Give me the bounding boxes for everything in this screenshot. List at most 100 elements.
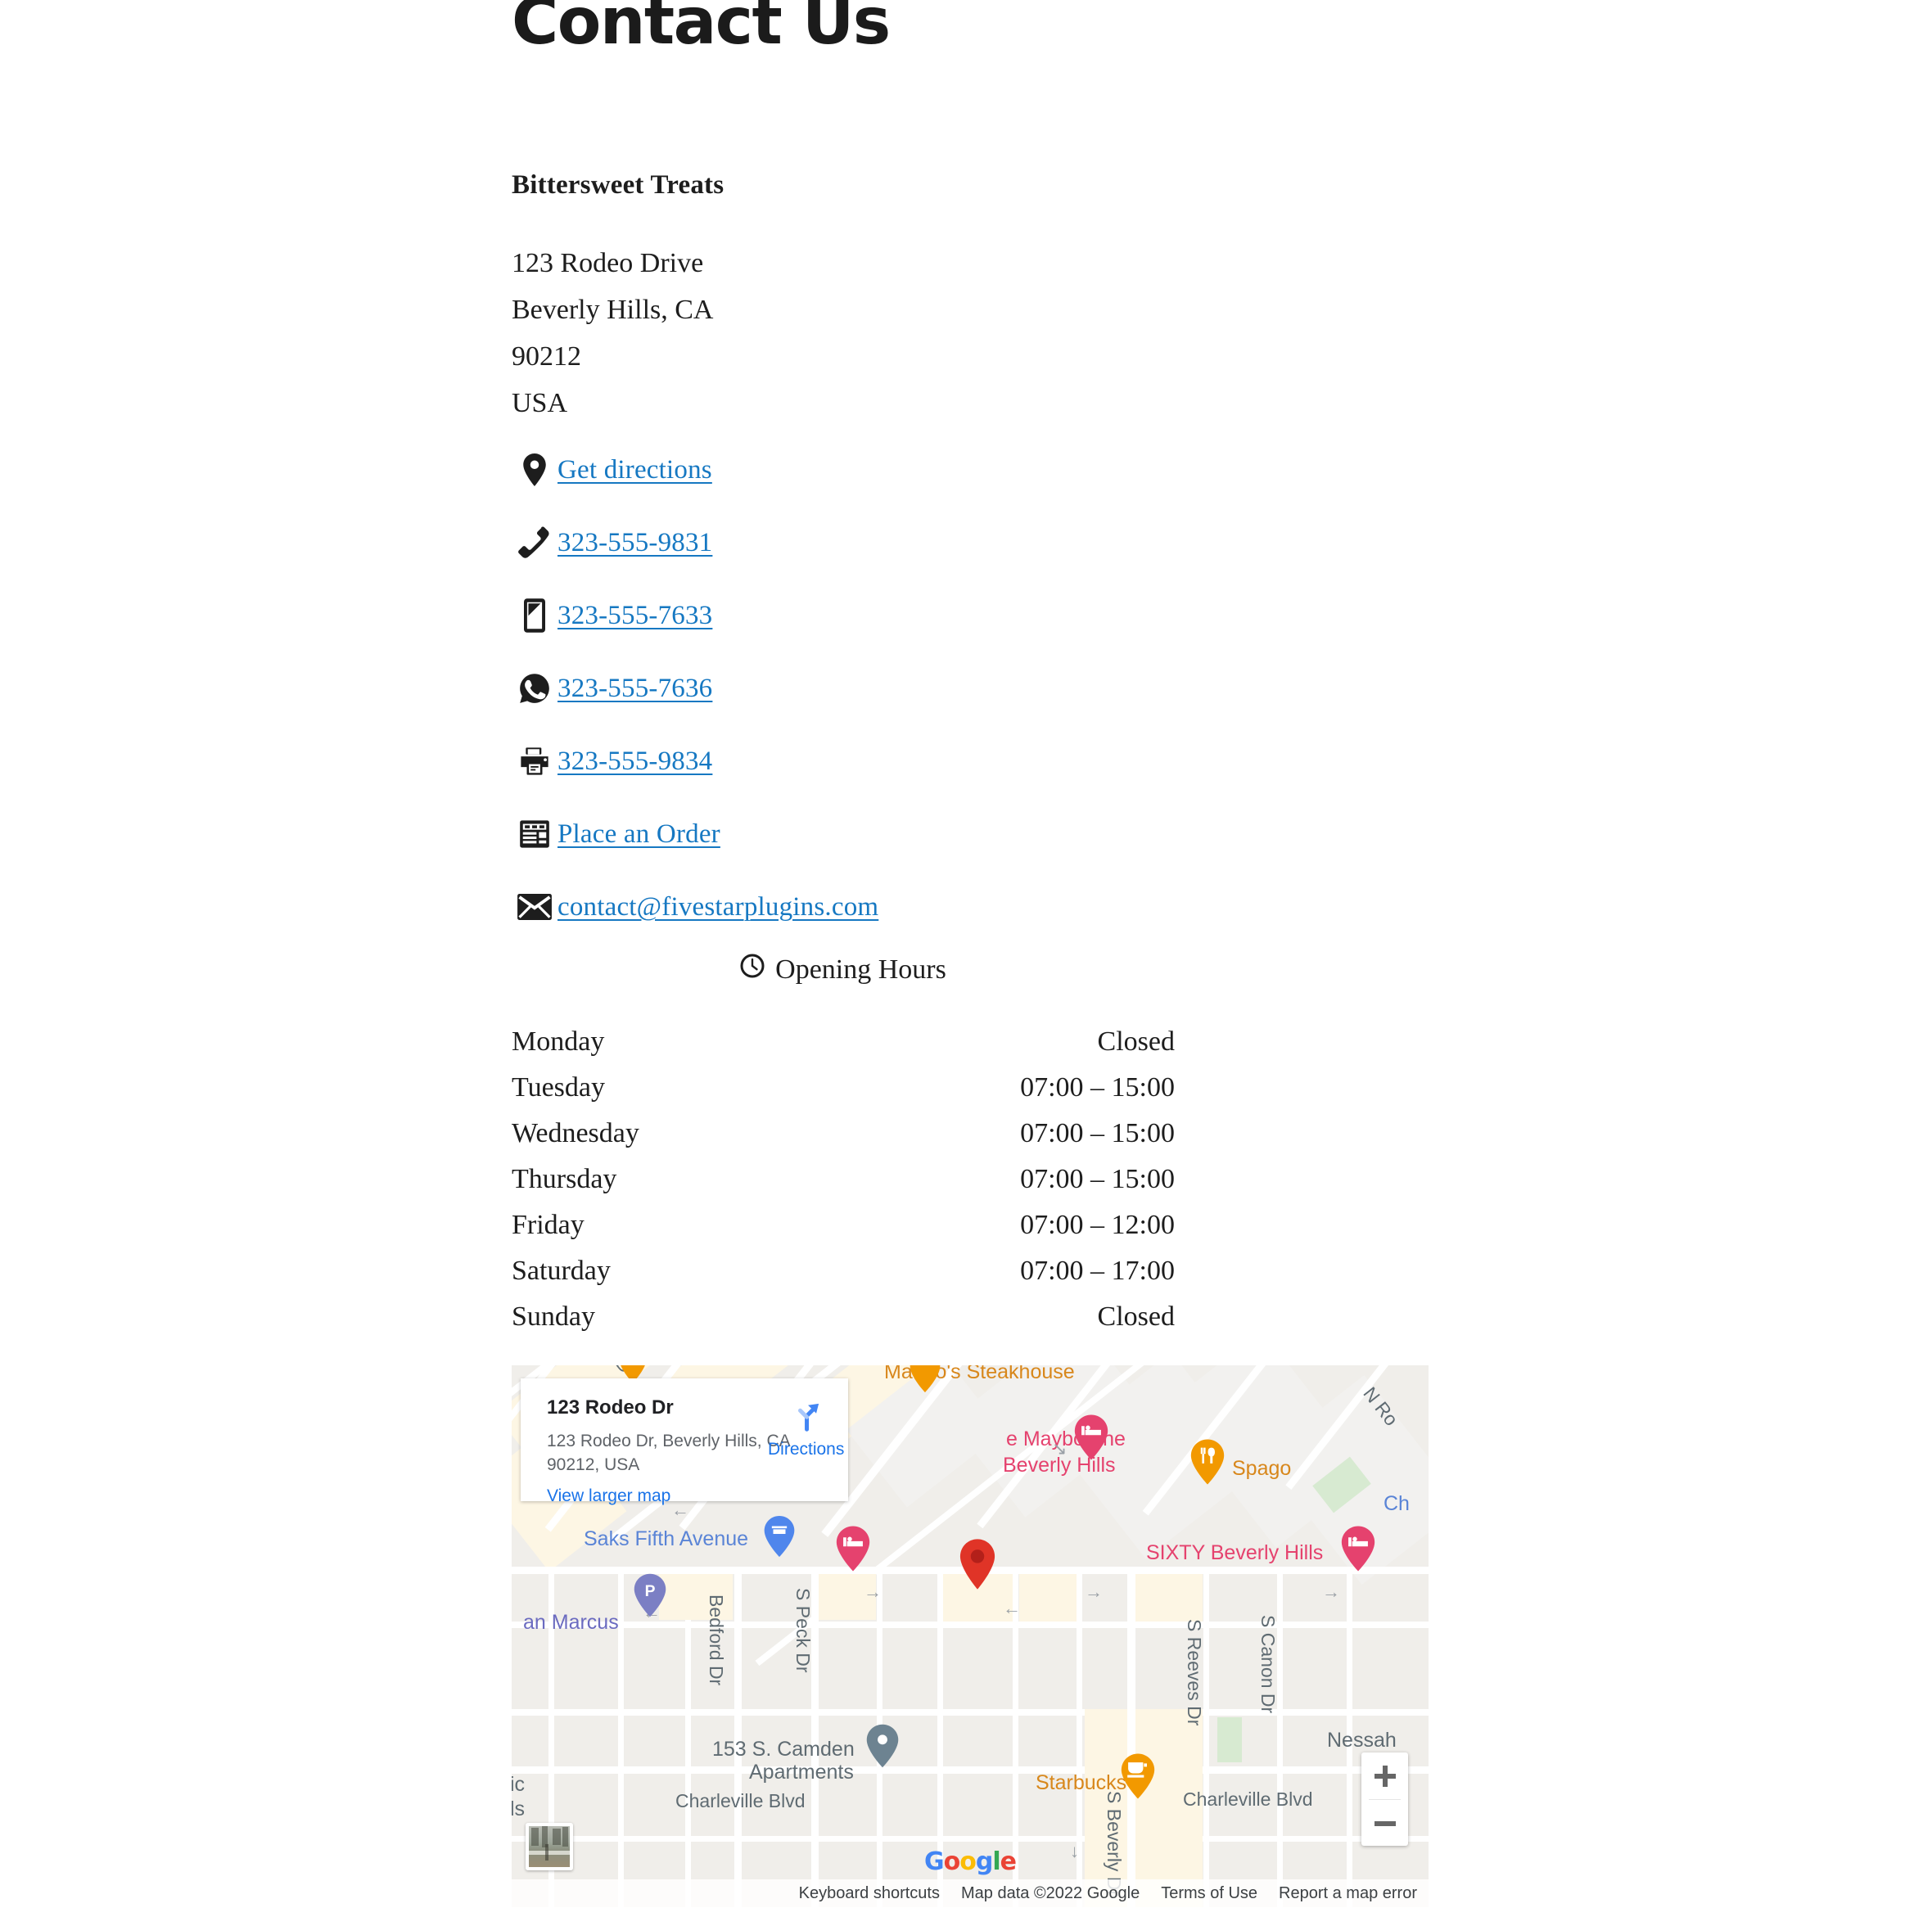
restaurant-marker-icon[interactable]	[909, 1365, 941, 1393]
address-line-2: Beverly Hills, CA	[512, 295, 714, 325]
opening-hours-title: Opening Hours	[775, 954, 946, 985]
minus-icon	[1374, 1813, 1396, 1834]
map-label: Apartments	[749, 1761, 854, 1784]
hours-value: Closed	[1097, 1026, 1175, 1057]
map-street-label: S Peck Dr	[792, 1588, 814, 1673]
google-logo-letter: G	[923, 1847, 945, 1876]
plus-icon	[1374, 1765, 1396, 1787]
table-row: Monday Closed	[512, 1019, 1175, 1065]
map-road	[512, 1709, 1429, 1716]
get-directions-link[interactable]: Get directions	[557, 455, 712, 485]
map-road	[734, 1567, 742, 1907]
google-logo-letter: g	[975, 1847, 994, 1876]
google-logo: Google	[923, 1847, 1017, 1876]
map-attribution-bar: Keyboard shortcuts Map data ©2022 Google…	[512, 1879, 1429, 1907]
map-arrow-icon: →	[864, 1581, 882, 1602]
map-label: SIXTY Beverly Hills	[1146, 1541, 1324, 1564]
map-block	[1135, 1574, 1203, 1622]
info-card-title: 123 Rodeo Dr	[547, 1396, 674, 1419]
hours-day: Thursday	[512, 1164, 617, 1194]
apartment-marker-icon[interactable]	[865, 1724, 900, 1768]
map-road	[512, 1836, 1429, 1842]
map-label: Ch	[1384, 1492, 1410, 1515]
map-label: Nessah	[1327, 1729, 1397, 1752]
map-road	[1127, 1567, 1135, 1907]
hours-day: Monday	[512, 1026, 605, 1057]
map-road	[618, 1567, 624, 1907]
business-name: Bittersweet Treats	[512, 170, 724, 200]
store-marker-icon[interactable]	[763, 1515, 796, 1558]
map-info-card[interactable]: 123 Rodeo Dr 123 Rodeo Dr, Beverly Hills…	[521, 1378, 848, 1505]
report-map-error-link[interactable]: Report a map error	[1279, 1884, 1417, 1903]
contact-row-email[interactable]: contact@fivestarplugins.com	[512, 883, 878, 931]
map-street-label: Charleville Blvd	[1183, 1788, 1313, 1810]
map-street-label: Charleville Blvd	[675, 1790, 806, 1811]
map-label: ic	[512, 1773, 526, 1796]
directions-arrow-icon	[787, 1403, 824, 1437]
map-arrow-icon: ←	[671, 1500, 689, 1520]
info-card-address-line-1: 123 Rodeo Dr, Beverly Hills, CA	[547, 1432, 791, 1450]
whatsapp-link[interactable]: 323-555-7636	[557, 674, 712, 704]
zoom-in-button[interactable]	[1361, 1752, 1408, 1799]
contact-links-list: Get directions 323-555-9831 323-555-7633	[512, 446, 878, 931]
contact-page: Contact Us Bittersweet Treats 123 Rodeo …	[0, 0, 1932, 1926]
email-link[interactable]: contact@fivestarplugins.com	[557, 892, 878, 922]
terms-of-use-link[interactable]: Terms of Use	[1161, 1884, 1257, 1903]
hotel-marker-icon[interactable]	[1073, 1414, 1109, 1460]
table-row: Thursday 07:00 – 15:00	[512, 1157, 1175, 1202]
map-street-label: Bedford Dr	[706, 1594, 727, 1686]
hours-value: 07:00 – 12:00	[1020, 1210, 1175, 1240]
contact-row-directions[interactable]: Get directions	[512, 446, 878, 494]
contact-row-mobile[interactable]: 323-555-7633	[512, 592, 878, 639]
restaurant-marker-icon[interactable]	[1189, 1439, 1226, 1485]
hours-value: Closed	[1097, 1301, 1175, 1332]
map-pin-icon	[512, 451, 557, 489]
directions-button[interactable]: Directions	[768, 1396, 845, 1459]
hotel-marker-icon[interactable]	[835, 1526, 871, 1572]
phone-link[interactable]: 323-555-9831	[557, 528, 712, 558]
cafe-marker-icon[interactable]	[1120, 1753, 1156, 1799]
street-view-thumbnail[interactable]	[526, 1823, 573, 1870]
fax-link[interactable]: 323-555-9834	[557, 746, 712, 777]
hours-day: Tuesday	[512, 1072, 605, 1103]
directions-label: Directions	[768, 1440, 845, 1459]
clock-icon	[740, 954, 765, 986]
whatsapp-icon	[512, 670, 557, 707]
mobile-link[interactable]: 323-555-7633	[557, 601, 712, 631]
table-row: Saturday 07:00 – 17:00	[512, 1248, 1175, 1294]
contact-row-fax[interactable]: 323-555-9834	[512, 737, 878, 785]
map-arrow-icon: ←	[1003, 1598, 1021, 1618]
table-row: Wednesday 07:00 – 15:00	[512, 1111, 1175, 1157]
info-card-address-line-2: 90212, USA	[547, 1455, 640, 1474]
location-pin-icon[interactable]	[959, 1539, 996, 1590]
parking-marker-icon[interactable]: P	[633, 1573, 667, 1617]
contact-row-whatsapp[interactable]: 323-555-7636	[512, 665, 878, 712]
opening-hours-heading: Opening Hours	[512, 954, 1175, 986]
hours-value: 07:00 – 15:00	[1020, 1164, 1175, 1194]
table-row: Friday 07:00 – 12:00	[512, 1202, 1175, 1248]
place-order-link[interactable]: Place an Order	[557, 819, 720, 850]
hours-day: Friday	[512, 1210, 585, 1240]
google-map-embed[interactable]: Mastro's Steakhouse e Maybourne Beverly …	[512, 1365, 1429, 1907]
google-logo-letter: e	[1000, 1847, 1017, 1876]
hours-day: Saturday	[512, 1256, 611, 1286]
page-title: Contact Us	[512, 0, 891, 59]
address-line-1: 123 Rodeo Drive	[512, 248, 704, 278]
mobile-phone-icon	[512, 597, 557, 634]
map-zoom-controls[interactable]	[1361, 1752, 1408, 1846]
contact-row-order[interactable]: Place an Order	[512, 810, 878, 858]
map-road	[512, 1766, 1429, 1774]
map-label: ls	[512, 1797, 526, 1820]
hours-day: Sunday	[512, 1301, 595, 1332]
contact-row-phone[interactable]: 323-555-9831	[512, 519, 878, 566]
map-arrow-icon: ↓	[1070, 1841, 1079, 1861]
view-larger-map-link[interactable]: View larger map	[547, 1486, 670, 1506]
hotel-marker-icon[interactable]	[1340, 1526, 1376, 1572]
address-line-4: USA	[512, 388, 568, 418]
info-card-address: 123 Rodeo Dr, Beverly Hills, CA 90212, U…	[547, 1429, 791, 1477]
hours-day: Wednesday	[512, 1118, 639, 1148]
map-road	[1203, 1567, 1209, 1907]
zoom-out-button[interactable]	[1361, 1800, 1408, 1847]
keyboard-shortcuts-link[interactable]: Keyboard shortcuts	[799, 1884, 940, 1903]
table-row: Sunday Closed	[512, 1294, 1175, 1340]
